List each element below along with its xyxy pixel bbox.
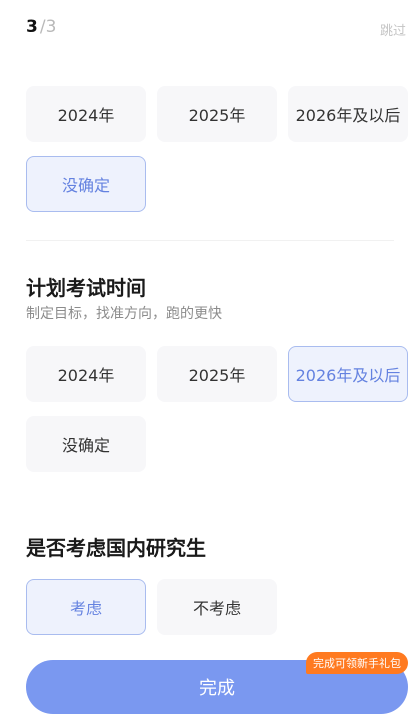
option-consider[interactable]: 考虑 xyxy=(26,579,146,635)
option-2026-later-top[interactable]: 2026年及以后 xyxy=(288,86,408,142)
step-indicator: 3/3 xyxy=(26,17,56,37)
gift-badge: 完成可领新手礼包 xyxy=(306,652,408,674)
exam-time-title: 计划考试时间 xyxy=(26,276,146,300)
option-2024-exam[interactable]: 2024年 xyxy=(26,346,146,402)
option-undecided-top[interactable]: 没确定 xyxy=(26,156,146,212)
option-2026-later-exam[interactable]: 2026年及以后 xyxy=(288,346,408,402)
exam-time-subtitle: 制定目标，找准方向，跑的更快 xyxy=(26,306,222,322)
step-total: /3 xyxy=(39,17,57,37)
domestic-grad-title: 是否考虑国内研究生 xyxy=(26,536,206,560)
option-2025-exam[interactable]: 2025年 xyxy=(157,346,277,402)
skip-button[interactable]: 跳过 xyxy=(380,20,406,39)
section-divider xyxy=(26,240,394,241)
option-undecided-exam[interactable]: 没确定 xyxy=(26,416,146,472)
option-2025-top[interactable]: 2025年 xyxy=(157,86,277,142)
top-bar: 3/3 跳过 xyxy=(0,0,420,58)
option-2024-top[interactable]: 2024年 xyxy=(26,86,146,142)
option-not-consider[interactable]: 不考虑 xyxy=(157,579,277,635)
step-current: 3 xyxy=(26,17,38,37)
